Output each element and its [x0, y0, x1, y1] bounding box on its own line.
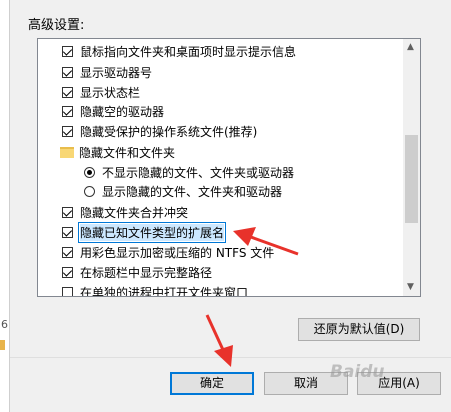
- list-item-selected[interactable]: 隐藏已知文件类型的扩展名: [62, 221, 227, 243]
- radio-button[interactable]: [84, 166, 95, 178]
- list-item-label: 用彩色显示加密或压缩的 NTFS 文件: [80, 245, 275, 260]
- background-window-edge: [0, 0, 10, 412]
- watermark-logo: Baidu: [330, 362, 385, 382]
- list-item[interactable]: 用彩色显示加密或压缩的 NTFS 文件: [62, 242, 274, 262]
- list-item-radio[interactable]: 显示隐藏的文件、文件夹和驱动器: [84, 181, 282, 201]
- checkbox[interactable]: [62, 246, 73, 258]
- list-group-label: 隐藏文件和文件夹: [79, 145, 176, 160]
- list-item[interactable]: 在标题栏中显示完整路径: [62, 262, 212, 282]
- scroll-up-icon[interactable]: ▲: [407, 42, 414, 52]
- vertical-scrollbar[interactable]: ▲ ▼: [403, 39, 420, 296]
- list-item[interactable]: 显示状态栏: [62, 82, 140, 102]
- checkbox[interactable]: [62, 66, 73, 78]
- list-item-label: 在标题栏中显示完整路径: [80, 265, 213, 280]
- list-item[interactable]: 隐藏文件夹合并冲突: [62, 202, 188, 222]
- list-item-label: 隐藏受保护的操作系统文件(推荐): [80, 124, 258, 139]
- list-item-label: 在单独的进程中打开文件夹窗口: [80, 285, 249, 297]
- list-item[interactable]: 隐藏空的驱动器: [62, 101, 164, 121]
- list-item-label: 隐藏空的驱动器: [80, 104, 165, 119]
- list-item[interactable]: 在单独的进程中打开文件夹窗口: [62, 282, 249, 297]
- folder-icon: [60, 146, 74, 158]
- list-item[interactable]: 显示驱动器号: [62, 62, 152, 82]
- divider: [10, 357, 451, 358]
- ok-button[interactable]: 确定: [170, 372, 254, 395]
- checkbox[interactable]: [62, 266, 73, 278]
- list-item-radio[interactable]: 不显示隐藏的文件、文件夹或驱动器: [84, 162, 294, 182]
- background-window-accent: [0, 340, 5, 350]
- checkbox[interactable]: [62, 226, 73, 238]
- radio-button[interactable]: [84, 185, 95, 197]
- checkbox[interactable]: [62, 286, 73, 296]
- list-item-label: 不显示隐藏的文件、文件夹或驱动器: [102, 165, 295, 180]
- checkbox[interactable]: [62, 86, 73, 98]
- list-item-label: 隐藏文件夹合并冲突: [80, 205, 189, 220]
- restore-defaults-button[interactable]: 还原为默认值(D): [298, 318, 420, 341]
- scrollbar-thumb[interactable]: [405, 135, 418, 223]
- list-item[interactable]: 鼠标指向文件夹和桌面项时显示提示信息: [62, 41, 296, 61]
- list-item-label: 显示隐藏的文件、文件夹和驱动器: [102, 184, 283, 199]
- advanced-settings-list[interactable]: 鼠标指向文件夹和桌面项时显示提示信息 显示驱动器号 显示状态栏 隐藏空的驱动器 …: [37, 38, 421, 297]
- list-item-label: 显示状态栏: [80, 85, 141, 100]
- list-item-label: 显示驱动器号: [80, 65, 153, 80]
- list-item-label: 隐藏已知文件类型的扩展名: [77, 221, 227, 243]
- checkbox[interactable]: [62, 206, 73, 218]
- checkbox[interactable]: [62, 105, 73, 117]
- list-group-header: 隐藏文件和文件夹: [60, 142, 175, 162]
- checkbox[interactable]: [62, 45, 73, 57]
- advanced-settings-title: 高级设置:: [28, 18, 85, 33]
- list-item-label: 鼠标指向文件夹和桌面项时显示提示信息: [80, 44, 297, 59]
- checkbox[interactable]: [62, 125, 73, 137]
- list-item[interactable]: 隐藏受保护的操作系统文件(推荐): [62, 121, 257, 141]
- background-window-number: 6: [1, 318, 8, 331]
- scroll-down-icon[interactable]: ▼: [407, 282, 414, 292]
